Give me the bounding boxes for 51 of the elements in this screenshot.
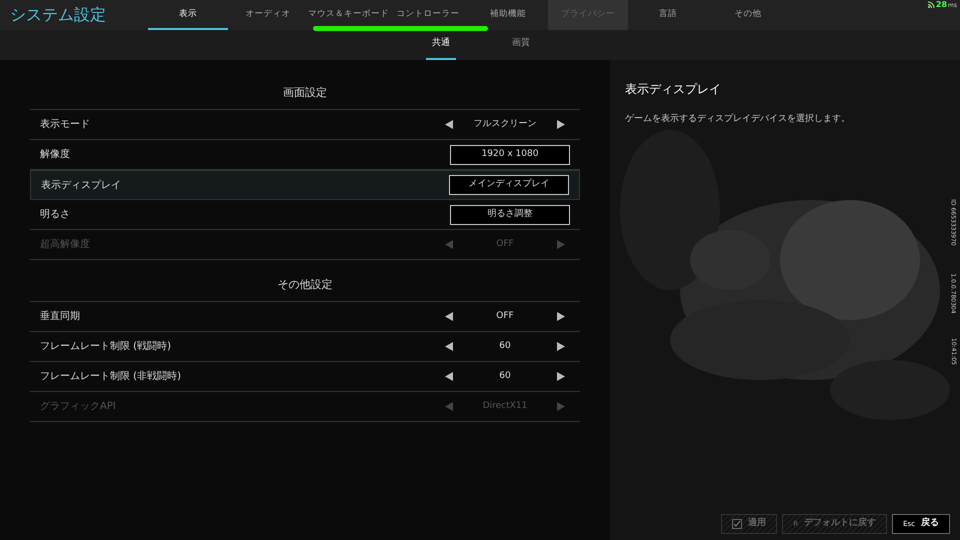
setting-row[interactable]: フレームレート制限 (戦闘時) 60 <box>30 332 580 362</box>
left-arrow-icon[interactable] <box>445 312 453 321</box>
nav-tab[interactable]: マウス＆キーボード <box>308 0 388 30</box>
signal-icon <box>928 1 935 8</box>
nav-tab[interactable]: 言語 <box>628 0 708 30</box>
setting-label: グラフィックAPI <box>40 400 117 414</box>
setting-label: 超高解像度 <box>40 238 91 252</box>
setting-label: 表示モード <box>40 118 91 132</box>
nav-tab[interactable]: コントローラー <box>388 0 468 30</box>
setting-row[interactable]: 表示ディスプレイ メインディスプレイ <box>30 170 580 200</box>
setting-row[interactable]: 垂直同期 OFF <box>30 302 580 332</box>
setting-button[interactable]: 1920 x 1080 <box>450 144 570 164</box>
checkbox-icon <box>732 519 742 529</box>
setting-label: 解像度 <box>40 148 71 162</box>
setting-label: フレームレート制限 (戦闘時) <box>40 340 172 354</box>
setting-value: 60 <box>499 340 511 353</box>
setting-row[interactable]: フレームレート制限 (非戦闘時) 60 <box>30 362 580 392</box>
setting-value: DirectX11 <box>482 400 528 413</box>
setting-row[interactable]: 明るさ 明るさ調整 <box>30 200 580 230</box>
setting-label: 垂直同期 <box>40 310 81 324</box>
sub-tab[interactable]: 画質 <box>506 30 536 60</box>
setting-label: フレームレート制限 (非戦闘時) <box>40 370 182 384</box>
left-arrow-icon[interactable] <box>445 120 453 129</box>
button-label: デフォルトに戻す <box>804 517 876 530</box>
button-label: 戻る <box>921 517 939 530</box>
setting-label: 表示ディスプレイ <box>41 178 122 192</box>
button-label: 適用 <box>748 517 766 530</box>
setting-value: 60 <box>499 370 511 383</box>
left-arrow-icon[interactable] <box>445 342 453 351</box>
detail-title: 表示ディスプレイ <box>625 81 722 98</box>
nav-tab[interactable]: その他 <box>708 0 788 30</box>
setting-value: OFF <box>496 238 514 251</box>
sub-tab[interactable]: 共通 <box>426 30 456 60</box>
detail-description: ゲームを表示するディスプレイデバイスを選択します。 <box>625 113 851 126</box>
right-arrow-icon[interactable] <box>556 372 565 381</box>
setting-button[interactable]: 明るさ調整 <box>450 204 570 224</box>
nav-tab[interactable]: 補助機能 <box>468 0 548 30</box>
right-arrow-icon[interactable] <box>557 312 565 321</box>
ping-value: 28 <box>936 1 948 9</box>
left-arrow-icon[interactable] <box>445 372 453 381</box>
page-title: システム設定 <box>9 4 107 26</box>
setting-row[interactable]: 表示モード フルスクリーン <box>30 110 580 140</box>
setting-button[interactable]: メインディスプレイ <box>449 175 569 195</box>
setting-label: 明るさ <box>40 208 71 222</box>
setting-value: OFF <box>496 310 514 323</box>
right-arrow-icon[interactable] <box>556 342 565 351</box>
nav-tab[interactable]: オーディオ <box>228 0 308 30</box>
section-title: 画面設定 <box>30 78 580 110</box>
section-title: その他設定 <box>30 270 580 302</box>
setting-value: フルスクリーン <box>474 118 536 131</box>
right-arrow-icon[interactable] <box>557 120 565 129</box>
